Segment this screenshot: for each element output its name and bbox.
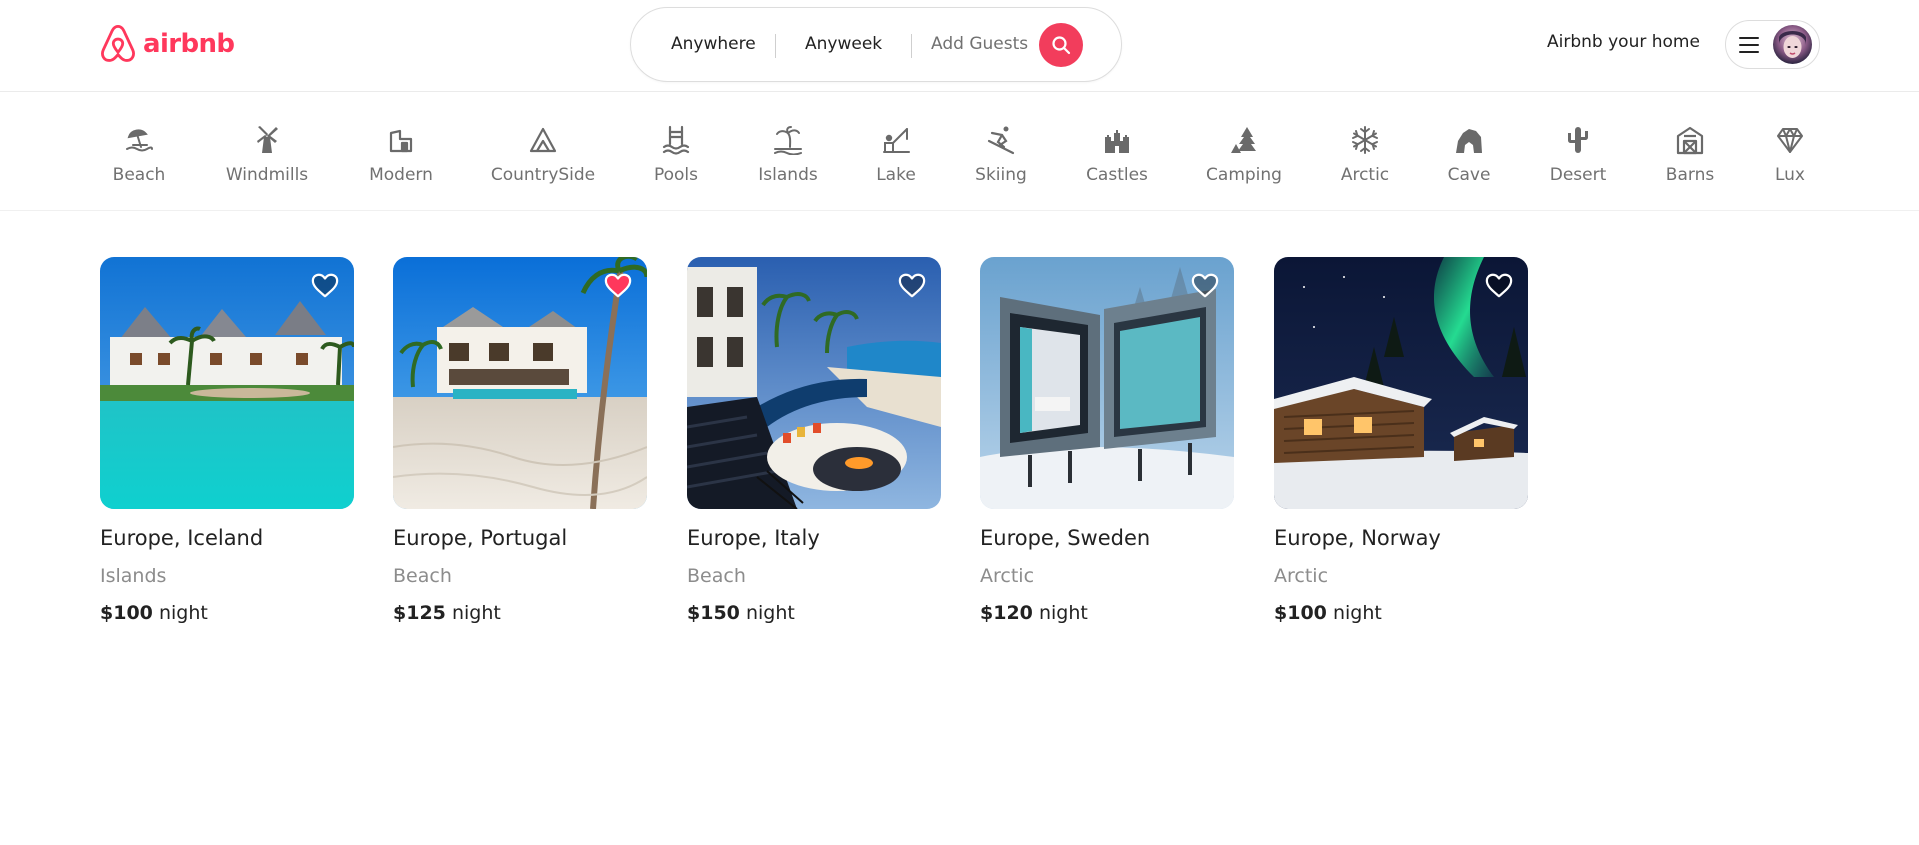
host-link[interactable]: Airbnb your home [1547, 32, 1700, 52]
listing-location: Europe, Portugal [393, 526, 568, 550]
listing-card[interactable]: Europe, Norway Arctic $100 night [1274, 257, 1528, 624]
listing-category: Beach [687, 565, 746, 587]
price-unit: night [1332, 602, 1382, 624]
favorite-heart-icon[interactable] [897, 271, 927, 299]
brand-name: airbnb [143, 29, 235, 59]
cave-icon [1456, 129, 1482, 153]
pool-ladder-icon [662, 125, 690, 155]
listing-price: $100 night [100, 602, 354, 624]
listing-price: $150 night [687, 602, 941, 624]
listing-category: Arctic [1274, 565, 1329, 587]
listing-photo[interactable] [1274, 257, 1528, 509]
search-when[interactable]: Anyweek [805, 34, 882, 54]
price-amount: $100 [100, 602, 153, 624]
windmill-icon [257, 126, 278, 153]
category-lux[interactable]: Lux [1720, 125, 1860, 185]
diamond-icon [1777, 128, 1803, 153]
category-castles[interactable]: Castles [1047, 125, 1187, 185]
search-button[interactable] [1039, 23, 1083, 67]
listing-card[interactable]: Europe, Sweden Arctic $120 night [980, 257, 1234, 624]
skier-icon [987, 126, 1015, 155]
category-label: Skiing [975, 165, 1027, 185]
price-amount: $100 [1274, 602, 1327, 624]
category-bar: Beach Windmills Modern CountrySide Pools… [0, 93, 1919, 211]
listing-category: Beach [393, 565, 452, 587]
category-label: Cave [1447, 165, 1491, 185]
listing-price: $100 night [1274, 602, 1528, 624]
category-label: Barns [1665, 165, 1715, 185]
category-label: Modern [369, 165, 433, 185]
listing-price: $120 night [980, 602, 1234, 624]
listing-photo[interactable] [393, 257, 647, 509]
search-guests[interactable]: Add Guests [931, 34, 1028, 54]
price-unit: night [745, 602, 795, 624]
category-label: Beach [112, 165, 166, 185]
modern-house-icon [389, 129, 413, 153]
category-modern[interactable]: Modern [331, 125, 471, 185]
beach-umbrella-icon [126, 129, 153, 152]
search-bar[interactable]: Anywhere Anyweek Add Guests [630, 7, 1122, 82]
airbnb-logo[interactable]: airbnb [99, 24, 235, 64]
listing-location: Europe, Sweden [980, 526, 1151, 550]
category-label: Pools [653, 165, 699, 185]
listing-card[interactable]: Europe, Iceland Islands $100 night [100, 257, 354, 624]
user-menu-button[interactable] [1725, 20, 1820, 69]
listing-category: Islands [100, 565, 167, 587]
listing-location: Europe, Norway [1274, 526, 1441, 550]
category-countryside[interactable]: CountrySide [473, 125, 613, 185]
category-label: Castles [1086, 165, 1148, 185]
cactus-icon [1568, 127, 1588, 153]
category-label: Windmills [225, 165, 309, 185]
search-where[interactable]: Anywhere [671, 34, 756, 54]
snowflake-icon [1352, 126, 1378, 154]
category-camping[interactable]: Camping [1174, 125, 1314, 185]
category-windmills[interactable]: Windmills [197, 125, 337, 185]
user-avatar [1773, 25, 1812, 64]
listing-price: $125 night [393, 602, 647, 624]
listing-location: Europe, Iceland [100, 526, 264, 550]
listing-card[interactable]: Europe, Italy Beach $150 night [687, 257, 941, 624]
listing-category: Arctic [980, 565, 1035, 587]
top-header: airbnb Anywhere Anyweek Add Guests Airbn… [0, 0, 1919, 92]
category-label: CountrySide [490, 165, 596, 185]
castle-icon [1105, 130, 1129, 153]
category-beach[interactable]: Beach [69, 125, 209, 185]
listing-photo[interactable] [100, 257, 354, 509]
tent-tree-icon [1231, 127, 1256, 153]
category-label: Islands [758, 165, 818, 185]
listing-photo[interactable] [980, 257, 1234, 509]
category-label: Camping [1206, 165, 1282, 185]
category-label: Lux [1774, 165, 1805, 185]
airbnb-logo-icon [101, 24, 135, 62]
favorite-heart-icon[interactable] [1190, 271, 1220, 299]
price-unit: night [1038, 602, 1088, 624]
mountain-icon [529, 127, 557, 153]
fishing-lake-icon [883, 128, 910, 153]
favorite-heart-icon[interactable] [310, 271, 340, 299]
search-divider [911, 34, 912, 58]
search-divider [775, 34, 776, 58]
palm-island-icon [774, 126, 802, 155]
barn-icon [1676, 126, 1704, 155]
category-label: Desert [1549, 165, 1607, 185]
favorite-heart-icon[interactable] [603, 271, 633, 299]
category-label: Arctic [1340, 165, 1390, 185]
price-amount: $125 [393, 602, 446, 624]
listing-card[interactable]: Europe, Portugal Beach $125 night [393, 257, 647, 624]
price-amount: $150 [687, 602, 740, 624]
listing-location: Europe, Italy [687, 526, 820, 550]
category-label: Lake [876, 165, 916, 185]
search-icon [1052, 36, 1071, 55]
price-unit: night [158, 602, 208, 624]
listing-photo[interactable] [687, 257, 941, 509]
price-amount: $120 [980, 602, 1033, 624]
price-unit: night [451, 602, 501, 624]
favorite-heart-icon[interactable] [1484, 271, 1514, 299]
hamburger-menu-icon [1739, 36, 1759, 53]
